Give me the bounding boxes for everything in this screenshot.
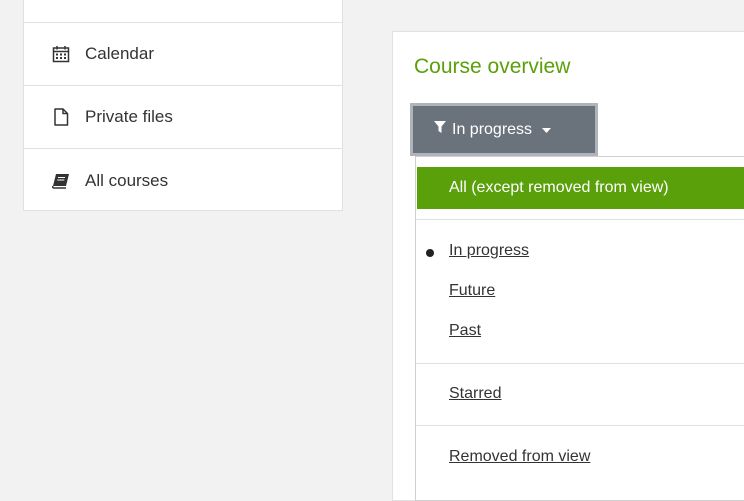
dropdown-divider bbox=[416, 363, 744, 364]
sidebar-item-private-files[interactable]: Private files bbox=[24, 86, 342, 149]
sidebar-item-calendar[interactable]: Calendar bbox=[24, 23, 342, 86]
dropdown-item-in-progress[interactable]: In progress bbox=[449, 242, 529, 260]
dropdown-divider bbox=[416, 425, 744, 426]
file-icon bbox=[51, 107, 71, 127]
dropdown-item-future[interactable]: Future bbox=[449, 282, 495, 300]
course-overview-title: Course overview bbox=[414, 55, 571, 78]
sidebar-item-label: Private files bbox=[85, 107, 173, 126]
selected-bullet-icon bbox=[426, 249, 434, 257]
filter-button-label: In progress bbox=[452, 120, 533, 138]
sidebar-item-label: Calendar bbox=[85, 44, 154, 63]
dropdown-item-all[interactable]: All (except removed from view) bbox=[417, 167, 744, 209]
right-column: Course overview In progress All (except … bbox=[372, 0, 744, 501]
caret-down-icon bbox=[542, 121, 552, 139]
sidebar-item-label: All courses bbox=[85, 170, 169, 190]
nav-top-item bbox=[24, 0, 342, 23]
dropdown-item-starred[interactable]: Starred bbox=[449, 385, 501, 403]
dropdown-item-past[interactable]: Past bbox=[449, 322, 481, 340]
navigation-block: Calendar Private files All courses bbox=[23, 0, 343, 211]
book-icon bbox=[51, 171, 71, 191]
calendar-icon bbox=[51, 44, 71, 64]
filter-dropdown-menu: All (except removed from view) In progre… bbox=[415, 156, 744, 501]
sidebar-item-all-courses[interactable]: All courses bbox=[24, 149, 342, 212]
filter-dropdown-button[interactable]: In progress bbox=[410, 103, 598, 156]
dropdown-item-removed[interactable]: Removed from view bbox=[449, 448, 590, 466]
left-column: Calendar Private files All courses bbox=[0, 0, 372, 488]
filter-icon bbox=[434, 120, 446, 139]
dropdown-divider bbox=[416, 219, 744, 220]
course-overview-card: Course overview In progress All (except … bbox=[392, 31, 744, 501]
